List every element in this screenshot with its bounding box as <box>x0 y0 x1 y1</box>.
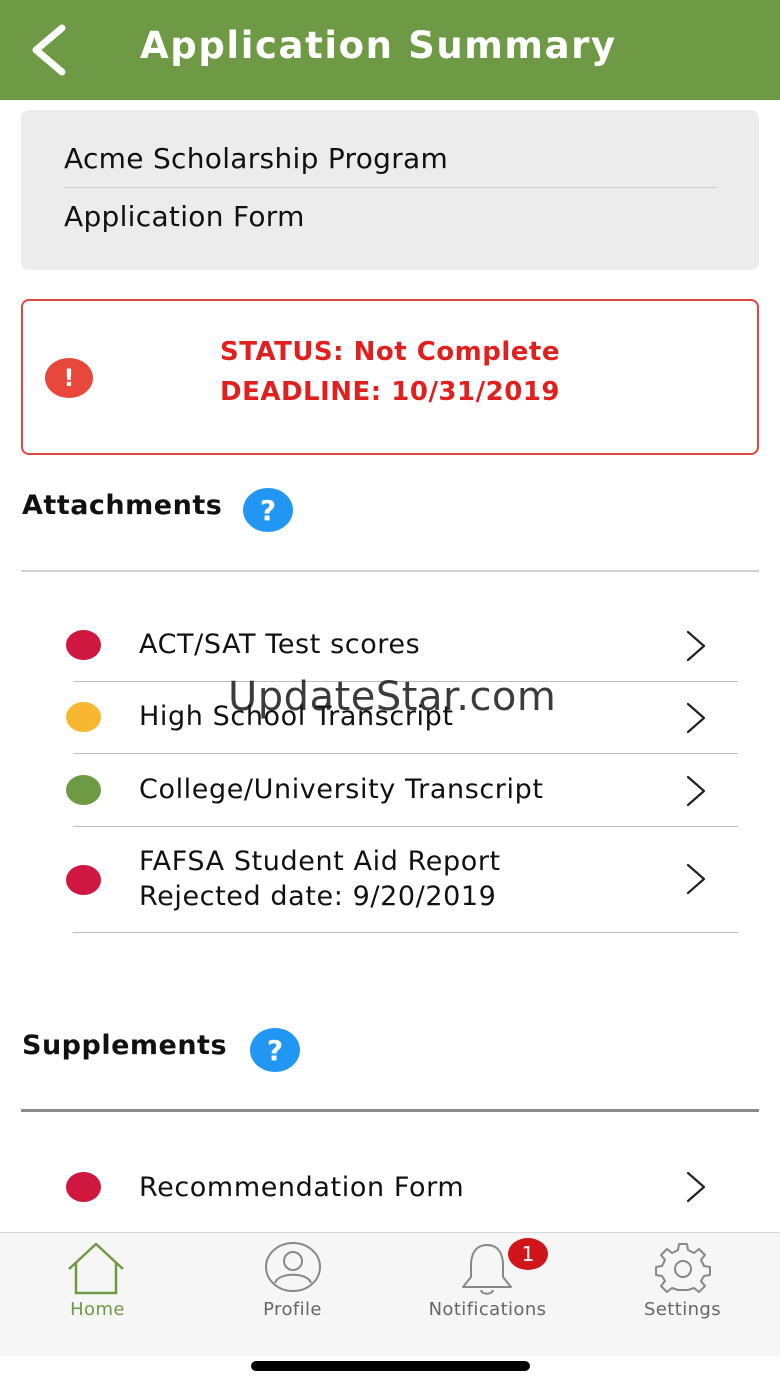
program-divider <box>64 187 717 188</box>
tab-label: Notifications <box>428 1299 547 1320</box>
tab-label: Settings <box>643 1299 722 1320</box>
attachments-divider <box>21 570 759 572</box>
attachment-sublabel: Rejected date: 9/20/2019 <box>139 881 497 912</box>
user-icon <box>265 1242 321 1292</box>
attachment-row-college[interactable]: College/University Transcript <box>0 754 780 826</box>
status-dot-yellow <box>66 702 101 732</box>
gear-icon <box>655 1243 711 1293</box>
home-indicator <box>251 1361 530 1371</box>
supplements-help-icon[interactable]: ? <box>250 1028 300 1072</box>
program-card: Acme Scholarship Program Application For… <box>21 110 759 270</box>
tab-bar: Home Profile Notifications Settings <box>0 1232 780 1356</box>
chevron-left-icon <box>32 24 66 76</box>
attachment-label: FAFSA Student Aid Report <box>139 846 501 877</box>
chevron-right-icon <box>686 775 706 807</box>
chevron-right-icon <box>686 1171 706 1203</box>
program-name: Acme Scholarship Program <box>64 142 449 175</box>
status-dot-red <box>66 865 101 895</box>
supplement-label: Recommendation Form <box>139 1172 465 1203</box>
page-title: Application Summary <box>140 24 617 67</box>
tab-settings[interactable]: Settings <box>585 1233 780 1333</box>
supplements-divider <box>21 1109 759 1112</box>
form-name: Application Form <box>64 200 305 233</box>
tab-home[interactable]: Home <box>0 1233 195 1333</box>
status-text: STATUS: Not Complete <box>220 337 560 367</box>
status-dot-red <box>66 1172 101 1202</box>
attachment-row-fafsa[interactable]: FAFSA Student Aid Report Rejected date: … <box>0 827 780 932</box>
tab-profile[interactable]: Profile <box>195 1233 390 1333</box>
supplement-row-recommendation[interactable]: Recommendation Form <box>0 1152 780 1222</box>
deadline-text: DEADLINE: 10/31/2019 <box>220 377 560 407</box>
attachment-label: High School Transcript <box>139 701 454 732</box>
row-divider <box>73 932 738 933</box>
home-icon <box>68 1242 124 1295</box>
attachment-row-high-school[interactable]: High School Transcript <box>0 682 780 752</box>
attachment-label: College/University Transcript <box>139 774 544 805</box>
attachment-label: ACT/SAT Test scores <box>139 629 421 660</box>
app-header: Application Summary <box>0 0 780 100</box>
tab-notifications[interactable]: Notifications <box>390 1233 585 1333</box>
chevron-right-icon <box>686 630 706 662</box>
chevron-right-icon <box>686 702 706 734</box>
back-button[interactable] <box>24 22 76 78</box>
attachment-row-act-sat[interactable]: ACT/SAT Test scores <box>0 610 780 680</box>
attachments-help-icon[interactable]: ? <box>243 488 293 532</box>
tab-label: Profile <box>263 1299 322 1320</box>
chevron-right-icon <box>686 863 706 895</box>
notification-badge: 1 <box>508 1238 548 1270</box>
supplements-title: Supplements <box>22 1030 228 1061</box>
tab-label: Home <box>70 1299 125 1320</box>
attachments-title: Attachments <box>22 490 223 521</box>
status-dot-green <box>66 775 101 805</box>
status-box: ! STATUS: Not Complete DEADLINE: 10/31/2… <box>21 299 759 455</box>
status-dot-red <box>66 630 101 660</box>
